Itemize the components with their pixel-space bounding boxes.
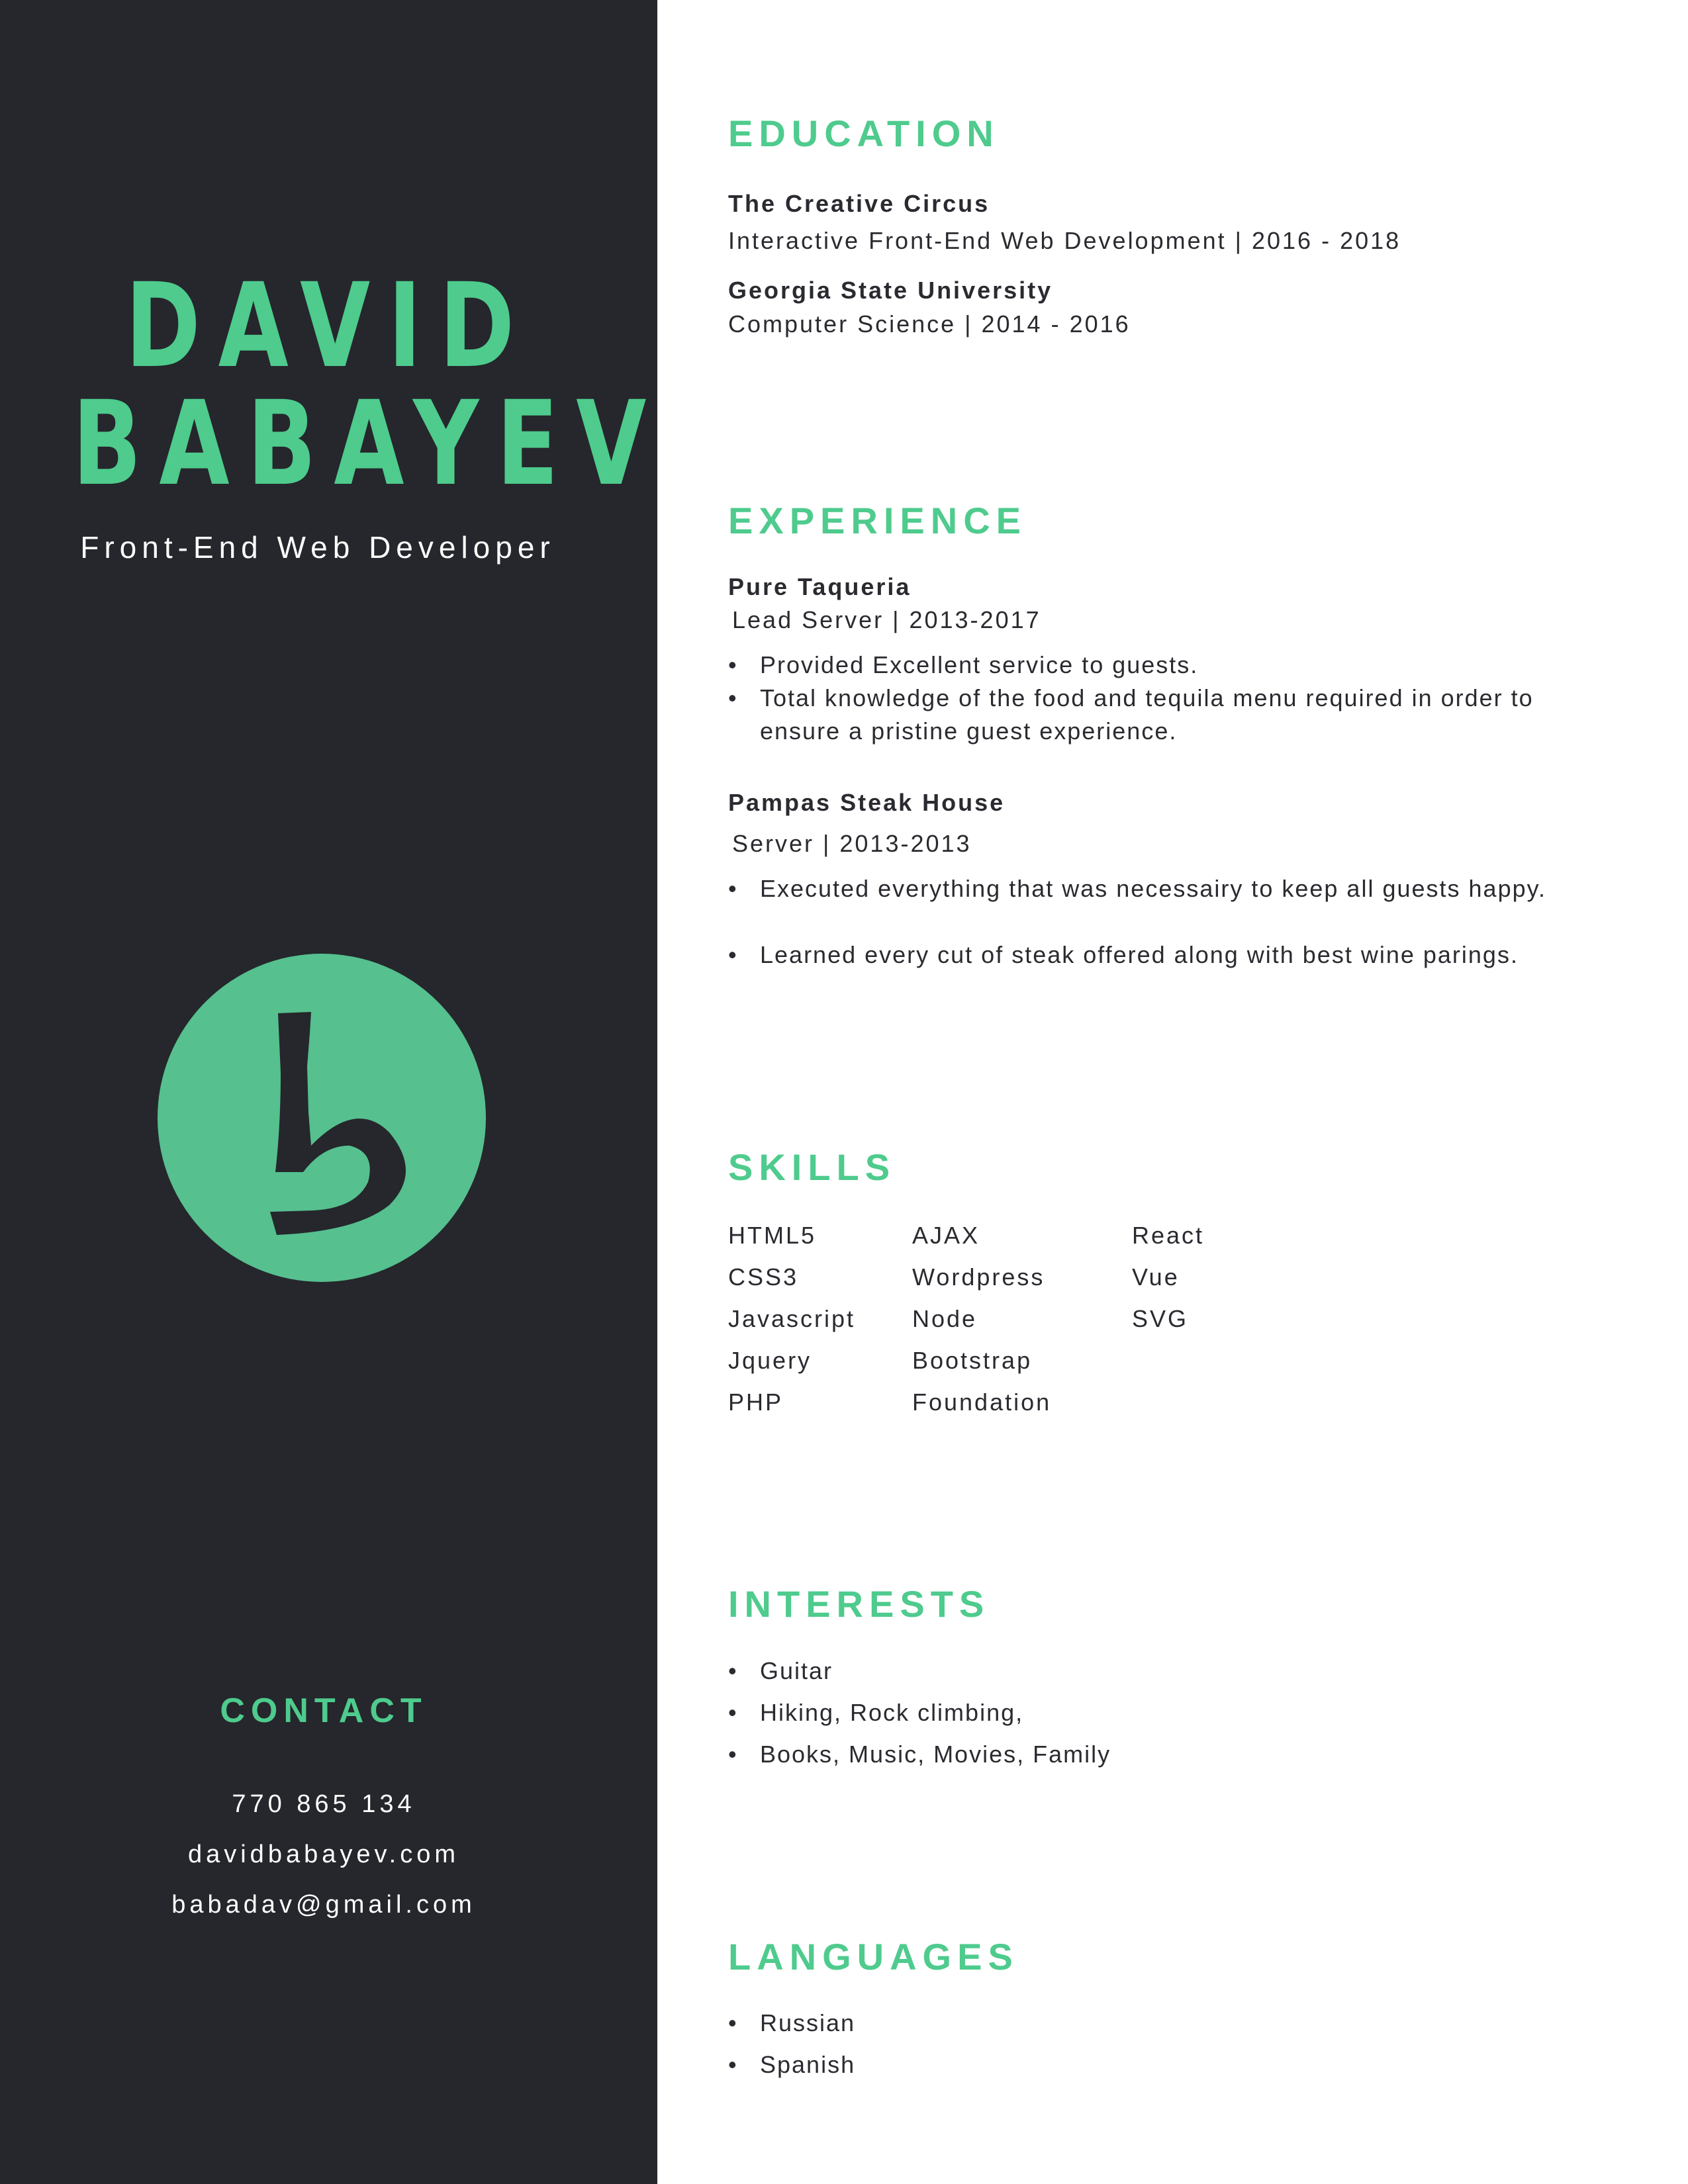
experience-heading: EXPERIENCE bbox=[728, 500, 1027, 541]
bullet-icon: • bbox=[728, 1741, 738, 1768]
skill-item: Vue bbox=[1132, 1263, 1180, 1291]
bullet-icon: • bbox=[728, 875, 738, 902]
languages-heading: LANGUAGES bbox=[728, 1936, 1019, 1978]
skill-item: Foundation bbox=[912, 1388, 1052, 1416]
bullet-icon: • bbox=[728, 1657, 738, 1684]
skill-item: CSS3 bbox=[728, 1263, 799, 1291]
sidebar: DAVID BABAYEV Front-End Web Developer CO… bbox=[0, 0, 657, 2184]
monogram-logo-icon bbox=[158, 954, 486, 1282]
skill-item: PHP bbox=[728, 1388, 784, 1416]
job-role-1: Lead Server | 2013-2017 bbox=[732, 606, 1041, 633]
skill-item: React bbox=[1132, 1222, 1205, 1249]
bullet-icon: • bbox=[728, 651, 738, 678]
contact-heading: CONTACT bbox=[220, 1692, 428, 1730]
bullet-icon: • bbox=[728, 941, 738, 968]
job-role-2: Server | 2013-2013 bbox=[732, 830, 972, 857]
contact-phone: 770 865 134 bbox=[232, 1790, 416, 1818]
skill-item: Bootstrap bbox=[912, 1347, 1033, 1374]
job-title: Front-End Web Developer bbox=[80, 530, 555, 565]
education-school-1: The Creative Circus bbox=[728, 190, 990, 217]
logo-circle bbox=[158, 954, 486, 1282]
skill-item: SVG bbox=[1132, 1305, 1189, 1332]
skill-item: Jquery bbox=[728, 1347, 812, 1374]
interests-heading: INTERESTS bbox=[728, 1583, 990, 1625]
education-detail-1: Interactive Front-End Web Development | … bbox=[728, 227, 1401, 254]
skill-item: HTML5 bbox=[728, 1222, 817, 1249]
education-heading: EDUCATION bbox=[728, 113, 1000, 154]
contact-website[interactable]: davidbabayev.com bbox=[0, 1841, 647, 1869]
bullet-icon: • bbox=[728, 2051, 738, 2078]
skills-heading: SKILLS bbox=[728, 1146, 896, 1188]
skill-item: Wordpress bbox=[912, 1263, 1045, 1291]
job-employer-2: Pampas Steak House bbox=[728, 789, 1006, 816]
education-school-2: Georgia State University bbox=[728, 277, 1053, 304]
job-employer-1: Pure Taqueria bbox=[728, 573, 912, 600]
contact-email[interactable]: babadav@gmail.com bbox=[0, 1891, 647, 1919]
bullet-icon: • bbox=[728, 684, 738, 711]
bullet-icon: • bbox=[728, 2009, 738, 2036]
skill-item: AJAX bbox=[912, 1222, 980, 1249]
last-name: BABAYEV bbox=[72, 376, 664, 512]
education-detail-2: Computer Science | 2014 - 2016 bbox=[728, 310, 1131, 338]
skill-item: Javascript bbox=[728, 1305, 856, 1332]
bullet-icon: • bbox=[728, 1699, 738, 1726]
skill-item: Node bbox=[912, 1305, 978, 1332]
first-name: DAVID bbox=[125, 258, 532, 394]
